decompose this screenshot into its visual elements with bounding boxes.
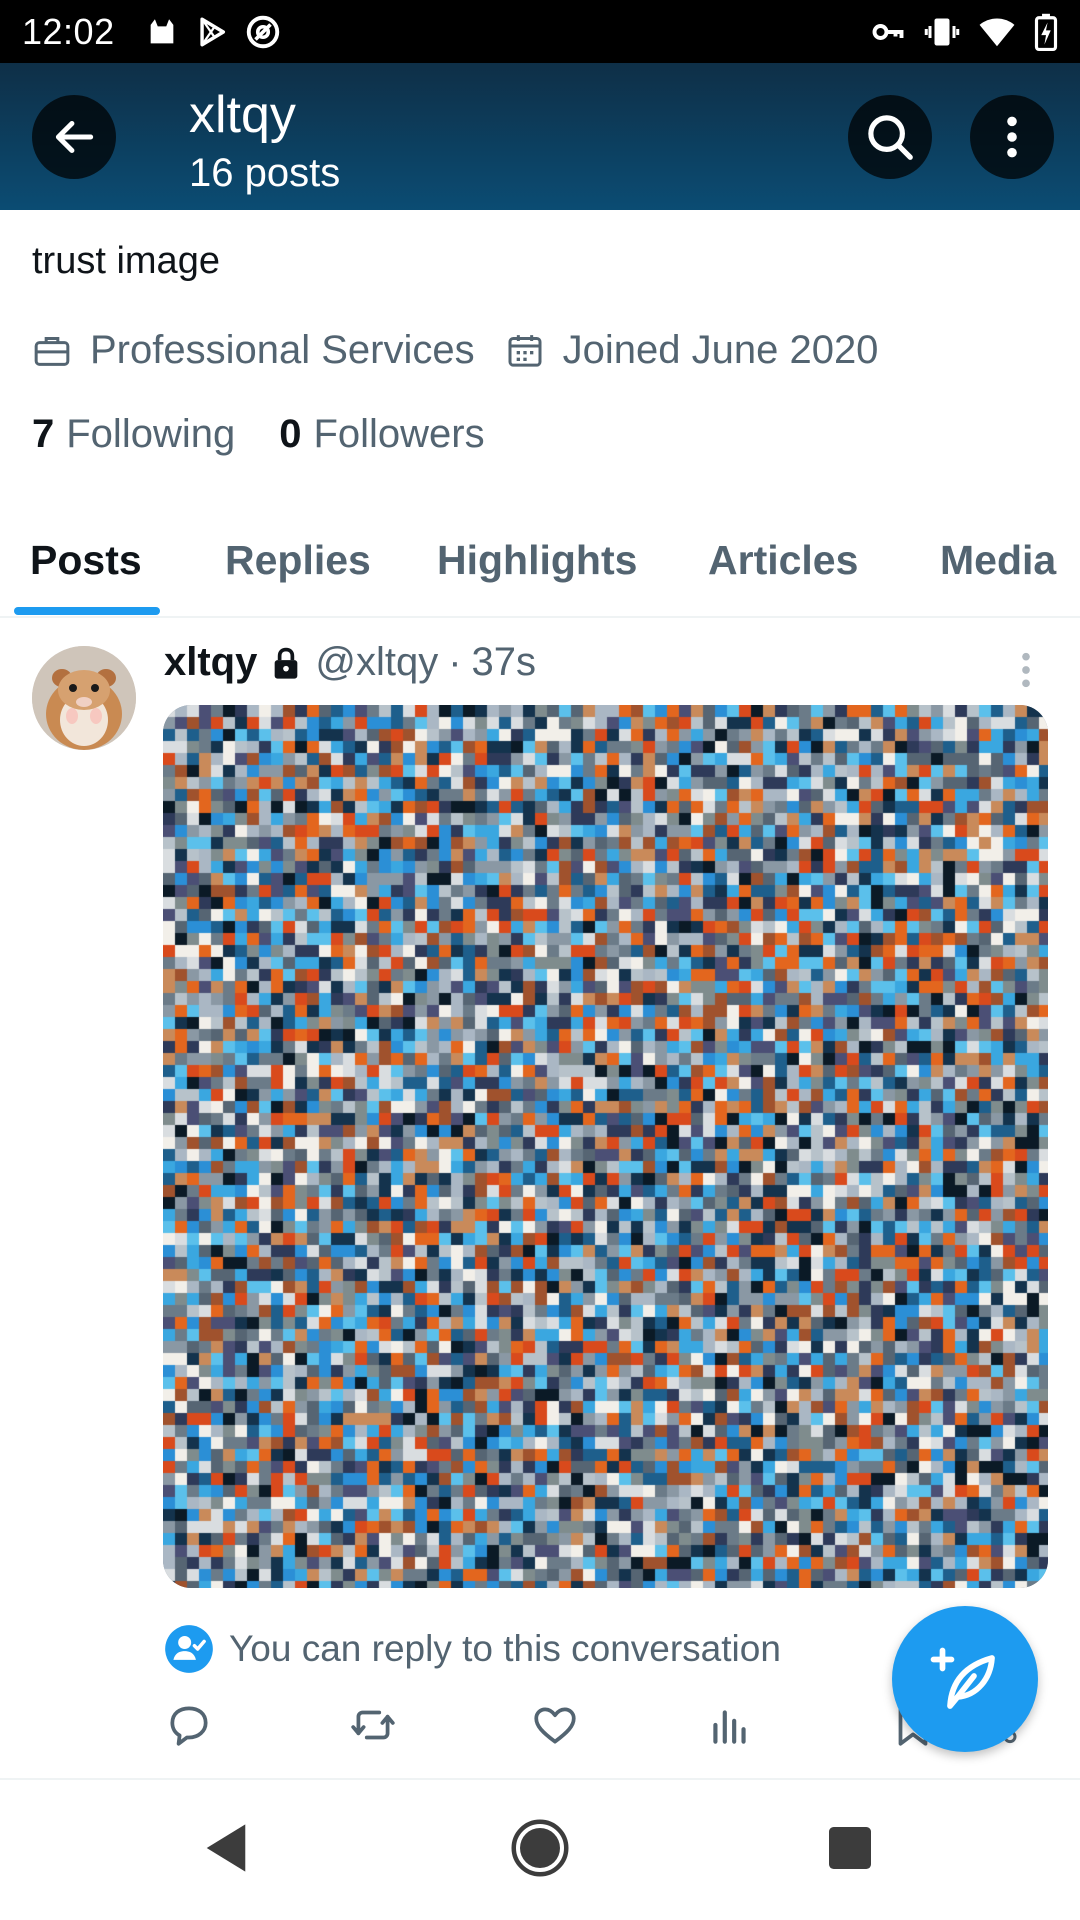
nav-home-button[interactable] (510, 1818, 570, 1883)
tab-highlights[interactable]: Highlights (437, 537, 637, 584)
tab-media[interactable]: Media (940, 537, 1056, 584)
profile-meta: Professional Services Joined June 2020 (32, 328, 878, 373)
tweet-header: xltqy @xltqy · 37s (164, 640, 536, 685)
hamster-avatar-image (32, 646, 136, 750)
tab-replies[interactable]: Replies (225, 537, 371, 584)
profile-bio: trust image (32, 240, 220, 282)
profile-category: Professional Services (32, 328, 475, 373)
reply-icon (170, 1706, 208, 1746)
like-button[interactable] (530, 1700, 580, 1755)
tweet-media-image[interactable] (163, 705, 1048, 1588)
reply-notice-text: You can reply to this conversation (229, 1628, 781, 1669)
search-icon (868, 115, 913, 160)
pixel-noise-image (163, 705, 1048, 1588)
at-sign-icon (245, 14, 281, 50)
battery-charging-icon (1034, 13, 1058, 51)
status-time: 12:02 (22, 10, 115, 52)
followers-count: 0 (279, 412, 302, 456)
search-button[interactable] (848, 95, 932, 179)
tweet-author-name[interactable]: xltqy (164, 640, 257, 685)
tab-active-indicator (14, 607, 160, 615)
cat-icon (145, 15, 179, 49)
followers-link[interactable]: 0 Followers (279, 412, 484, 457)
profile-header: xltqy 16 posts (0, 63, 1080, 210)
calendar-icon (508, 334, 542, 367)
following-link[interactable]: 7 Following (32, 412, 235, 457)
profile-tabs: Posts Replies Highlights Articles Media (0, 525, 1080, 618)
nav-back-button[interactable] (200, 1818, 252, 1883)
retweet-icon (351, 1710, 395, 1740)
nav-recents-icon (829, 1827, 871, 1869)
tweet[interactable]: xltqy @xltqy · 37s You can reply to this… (0, 620, 1080, 1780)
followers-label: Followers (313, 412, 485, 456)
nav-back-icon (206, 1824, 246, 1872)
tweet-handle: @xltqy (315, 640, 439, 684)
profile-category-label: Professional Services (90, 328, 475, 372)
vpn-key-icon (870, 14, 906, 50)
play-store-icon (195, 15, 229, 49)
status-right-icons (870, 13, 1058, 51)
header-post-count: 16 posts (189, 151, 341, 195)
wifi-icon (978, 13, 1016, 51)
status-left-icons (145, 14, 281, 50)
back-button[interactable] (32, 95, 116, 179)
vibrate-icon (924, 14, 960, 50)
tab-articles[interactable]: Articles (708, 537, 858, 584)
nav-home-icon (511, 1819, 569, 1877)
tweet-timestamp: 37s (471, 640, 537, 684)
following-count: 7 (32, 412, 55, 456)
profile-joined: Joined June 2020 (505, 328, 879, 373)
avatar[interactable] (32, 646, 136, 750)
header-title: xltqy (189, 86, 296, 144)
system-nav-bar (0, 1782, 1080, 1920)
compose-post-button[interactable] (892, 1606, 1038, 1752)
tab-posts[interactable]: Posts (30, 537, 142, 584)
profile-joined-label: Joined June 2020 (562, 328, 879, 372)
nav-recents-button[interactable] (822, 1818, 878, 1883)
following-label: Following (66, 412, 236, 456)
more-vert-icon (1022, 652, 1030, 688)
retweet-button[interactable] (347, 1700, 399, 1755)
lock-icon (271, 646, 301, 680)
tweet-separator: · (448, 640, 462, 684)
status-bar: 12:02 (0, 0, 1080, 63)
screen: 12:02 xltqy 16 posts trust image Profess… (0, 0, 1080, 1920)
like-icon (534, 1707, 576, 1744)
briefcase-icon (34, 336, 70, 366)
follow-stats: 7 Following 0 Followers (32, 412, 485, 457)
compose-post-icon (930, 1647, 995, 1709)
views-icon (713, 1710, 746, 1744)
views-button[interactable] (705, 1700, 755, 1755)
reply-notice: You can reply to this conversation (163, 1623, 781, 1675)
reply-permission-icon (165, 1625, 213, 1673)
more-options-button[interactable] (970, 95, 1054, 179)
tweet-more-button[interactable] (1014, 650, 1038, 695)
reply-button[interactable] (164, 1700, 214, 1755)
more-vert-icon (1007, 116, 1017, 158)
back-arrow-icon (55, 120, 94, 154)
